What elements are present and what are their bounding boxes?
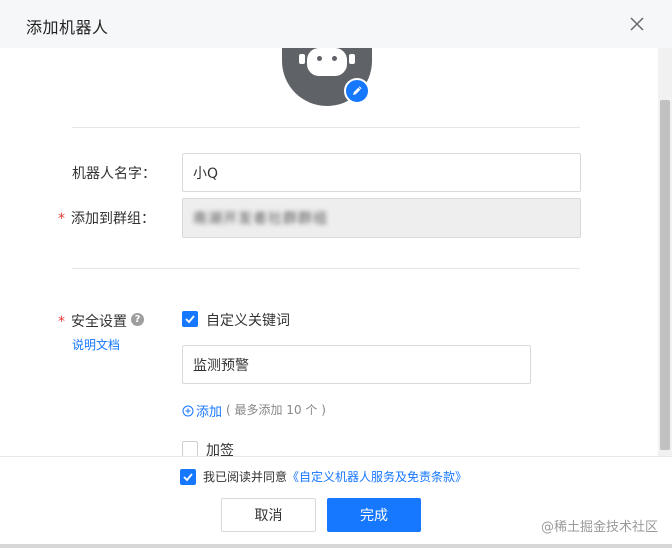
watermark: @稀土掘金技术社区 [540,520,658,535]
terms-link[interactable]: 《自定义机器人服务及免责条款》 [287,470,467,484]
robot-name-label: 机器人名字： [72,166,156,182]
robot-eye-icon [317,56,322,61]
robot-ear-icon [349,54,355,64]
dialog-header: 添加机器人 [0,0,672,48]
agree-prefix: 我已阅读并同意 [203,470,288,484]
custom-keyword-label: 自定义关键词 [206,313,290,329]
robot-ear-icon [299,54,305,64]
plus-circle-icon [182,405,194,417]
keyword-value: 监测预警 [193,357,249,374]
help-icon[interactable]: ? [131,313,144,326]
scrollbar[interactable] [658,48,672,456]
divider [72,268,580,269]
robot-name-input[interactable]: 小Q [182,153,581,192]
agree-checkbox[interactable] [180,469,196,485]
group-label: 添加到群组： [71,211,155,227]
security-label: 安全设置 [71,314,127,330]
group-label-row: * 添加到群组： [58,208,155,228]
close-icon [630,17,644,31]
required-asterisk: * [58,211,65,227]
cancel-button[interactable]: 取消 [221,498,316,532]
done-button[interactable]: 完成 [327,498,421,532]
security-label-row: * 安全设置 [58,311,127,331]
doc-link[interactable]: 说明文档 [72,336,120,353]
check-icon [185,315,195,324]
divider [72,127,580,128]
add-robot-dialog: 添加机器人 机器人名字： 小Q * 添加到群组： 南湖开发者社群群组 * 安全设… [0,0,672,548]
scrollbar-thumb[interactable] [660,100,670,450]
add-keyword-link[interactable]: 添加 [182,401,222,420]
robot-eye-icon [332,56,337,61]
add-link-text: 添加 [196,405,223,420]
custom-keyword-checkbox[interactable] [182,311,198,327]
close-button[interactable] [626,13,648,35]
agreement-text: 我已阅读并同意《自定义机器人服务及免责条款》 [203,468,467,485]
pencil-icon [353,86,362,95]
check-icon [183,473,193,482]
bottom-strip [0,544,672,548]
group-select: 南湖开发者社群群组 [182,198,581,238]
sign-checkbox[interactable] [182,441,198,456]
group-value: 南湖开发者社群群组 [193,211,328,227]
sign-label: 加签 [206,443,234,456]
form-scroll-area[interactable]: 机器人名字： 小Q * 添加到群组： 南湖开发者社群群组 * 安全设置 ? 说明文档… [0,48,658,456]
robot-face-icon [307,48,347,76]
edit-avatar-button[interactable] [344,78,370,104]
robot-name-value: 小Q [193,165,219,182]
add-limit-hint: ( 最多添加 10 个 ) [226,403,326,417]
required-asterisk: * [58,314,65,330]
keyword-input[interactable]: 监测预警 [182,345,531,384]
dialog-title: 添加机器人 [26,18,109,37]
